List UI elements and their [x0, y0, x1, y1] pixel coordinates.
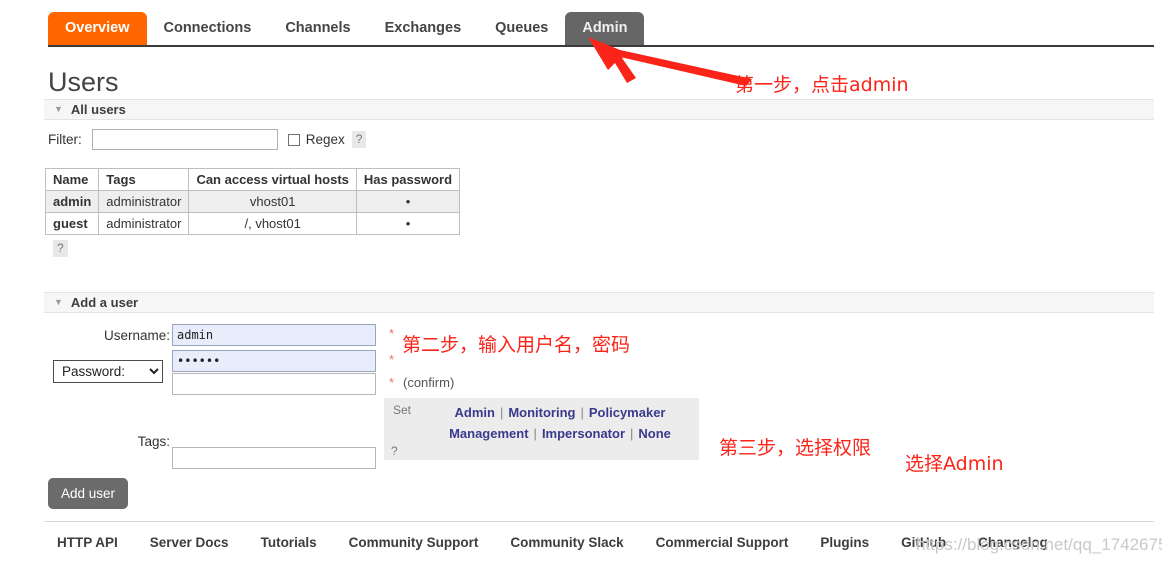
cell-has-password: •	[355, 212, 461, 235]
tag-link-none[interactable]: None	[638, 426, 671, 441]
footer-divider	[44, 521, 1154, 522]
footer-link-community-slack[interactable]: Community Slack	[510, 535, 623, 550]
cell-tags: administrator	[98, 190, 190, 213]
cell-vhosts: vhost01	[188, 190, 357, 213]
footer-link-github[interactable]: GitHub	[901, 535, 946, 550]
nav-underline	[48, 45, 1154, 47]
regex-label: Regex	[305, 132, 345, 147]
footer-link-tutorials[interactable]: Tutorials	[261, 535, 317, 550]
cell-has-password: •	[355, 190, 461, 213]
confirm-required-star: *	[389, 375, 395, 390]
has-password-dot-icon: •	[405, 216, 411, 231]
cell-vhosts: /, vhost01	[188, 212, 357, 235]
footer-link-plugins[interactable]: Plugins	[820, 535, 869, 550]
filter-label: Filter:	[48, 132, 82, 147]
tag-preset-links: Admin | Monitoring | Policymaker Management | I…	[426, 402, 694, 444]
footer-link-list: HTTP API Server Docs Tutorials Community Su…	[57, 535, 1080, 550]
nav-tab-admin[interactable]: Admin	[565, 12, 645, 45]
column-header[interactable]: Can access virtual hosts	[188, 168, 357, 191]
nav-tab-exchanges[interactable]: Exchanges	[368, 12, 479, 45]
column-header[interactable]: Has password	[355, 168, 461, 191]
annotation-step3: 第三步，选择权限	[719, 437, 872, 459]
column-header[interactable]: Tags	[98, 168, 190, 191]
nav-tab-channels[interactable]: Channels	[268, 12, 367, 45]
regex-checkbox[interactable]	[287, 133, 300, 146]
main-navigation: Overview Connections Channels Exchanges Queu…	[0, 0, 1162, 47]
footer-link-http-api[interactable]: HTTP API	[57, 535, 118, 550]
tag-link-row: Admin | Monitoring | Policymaker	[426, 402, 694, 423]
tag-link-monitoring[interactable]: Monitoring	[508, 405, 575, 420]
has-password-dot-icon: •	[405, 194, 411, 209]
tag-link-impersonator[interactable]: Impersonator	[542, 426, 625, 441]
password-input[interactable]	[172, 350, 376, 372]
username-required-star: *	[389, 326, 395, 341]
column-header[interactable]: Name	[44, 168, 100, 191]
tags-input[interactable]	[172, 447, 376, 469]
nav-tab-list: Overview Connections Channels Exchanges Queu…	[48, 12, 645, 45]
cell-name[interactable]: guest	[44, 212, 100, 235]
nav-tab-queues[interactable]: Queues	[478, 12, 565, 45]
tag-link-separator: |	[533, 426, 537, 441]
nav-tab-overview[interactable]: Overview	[48, 12, 147, 45]
tag-link-separator: |	[499, 405, 504, 420]
footer-link-community-support[interactable]: Community Support	[349, 535, 479, 550]
add-user-button[interactable]: Add user	[48, 478, 129, 509]
tag-link-management[interactable]: Management	[449, 426, 528, 441]
regex-help-icon[interactable]: ?	[351, 131, 367, 148]
password-required-star: *	[389, 352, 395, 367]
annotation-choose-admin: 选择Admin	[905, 453, 1004, 475]
tags-help-icon[interactable]: ?	[391, 444, 398, 458]
annotation-step2: 第二步，输入用户名，密码	[402, 334, 631, 356]
section-header-add-user[interactable]: ▼ Add a user	[44, 292, 1154, 313]
filter-row: Filter: Regex ?	[48, 129, 367, 150]
table-body: admin administrator vhost01 • guest administr…	[44, 190, 461, 235]
page-title: Users	[48, 67, 119, 97]
tag-link-admin[interactable]: Admin	[455, 405, 495, 420]
tag-link-separator: |	[580, 405, 584, 420]
rabbitmq-admin-users-page: Overview Connections Channels Exchanges Queu…	[0, 0, 1162, 571]
tag-link-separator: |	[630, 426, 634, 441]
cell-name[interactable]: admin	[44, 190, 100, 213]
footer-link-commercial-support[interactable]: Commercial Support	[656, 535, 789, 550]
footer-link-changelog[interactable]: Changelog	[978, 535, 1048, 550]
cell-tags: administrator	[98, 212, 190, 235]
section-label-all-users: All users	[70, 102, 126, 117]
username-input[interactable]	[172, 324, 376, 346]
users-table: Name Tags Can access virtual hosts Has pass…	[44, 168, 461, 235]
users-table-help-icon[interactable]: ?	[53, 240, 68, 257]
filter-input[interactable]	[91, 129, 278, 150]
tag-link-row: Management | Impersonator | None	[426, 423, 694, 444]
set-label: Set	[393, 403, 412, 417]
table-row[interactable]: admin administrator vhost01 •	[44, 190, 461, 213]
footer-link-server-docs[interactable]: Server Docs	[150, 535, 229, 550]
chevron-down-icon: ▼	[54, 104, 63, 114]
tags-set-panel: Set Admin | Monitoring | Policymaker Manageme…	[384, 398, 699, 460]
username-label: Username:	[103, 328, 170, 343]
confirm-note: (confirm)	[403, 375, 455, 390]
password-type-select[interactable]: Password:	[53, 360, 163, 383]
table-row[interactable]: guest administrator/, vhost01 •	[44, 212, 461, 235]
tags-label: Tags:	[137, 434, 170, 449]
chevron-down-icon: ▼	[54, 297, 63, 307]
section-header-all-users[interactable]: ▼ All users	[44, 99, 1154, 120]
password-confirm-input[interactable]	[172, 373, 376, 395]
tag-link-policymaker[interactable]: Policymaker	[589, 405, 666, 420]
table-header-row: Name Tags Can access virtual hosts Has pass…	[44, 168, 461, 191]
annotation-step1: 第一步，点击admin	[735, 74, 909, 96]
section-label-add-user: Add a user	[70, 295, 139, 310]
nav-tab-connections[interactable]: Connections	[147, 12, 269, 45]
